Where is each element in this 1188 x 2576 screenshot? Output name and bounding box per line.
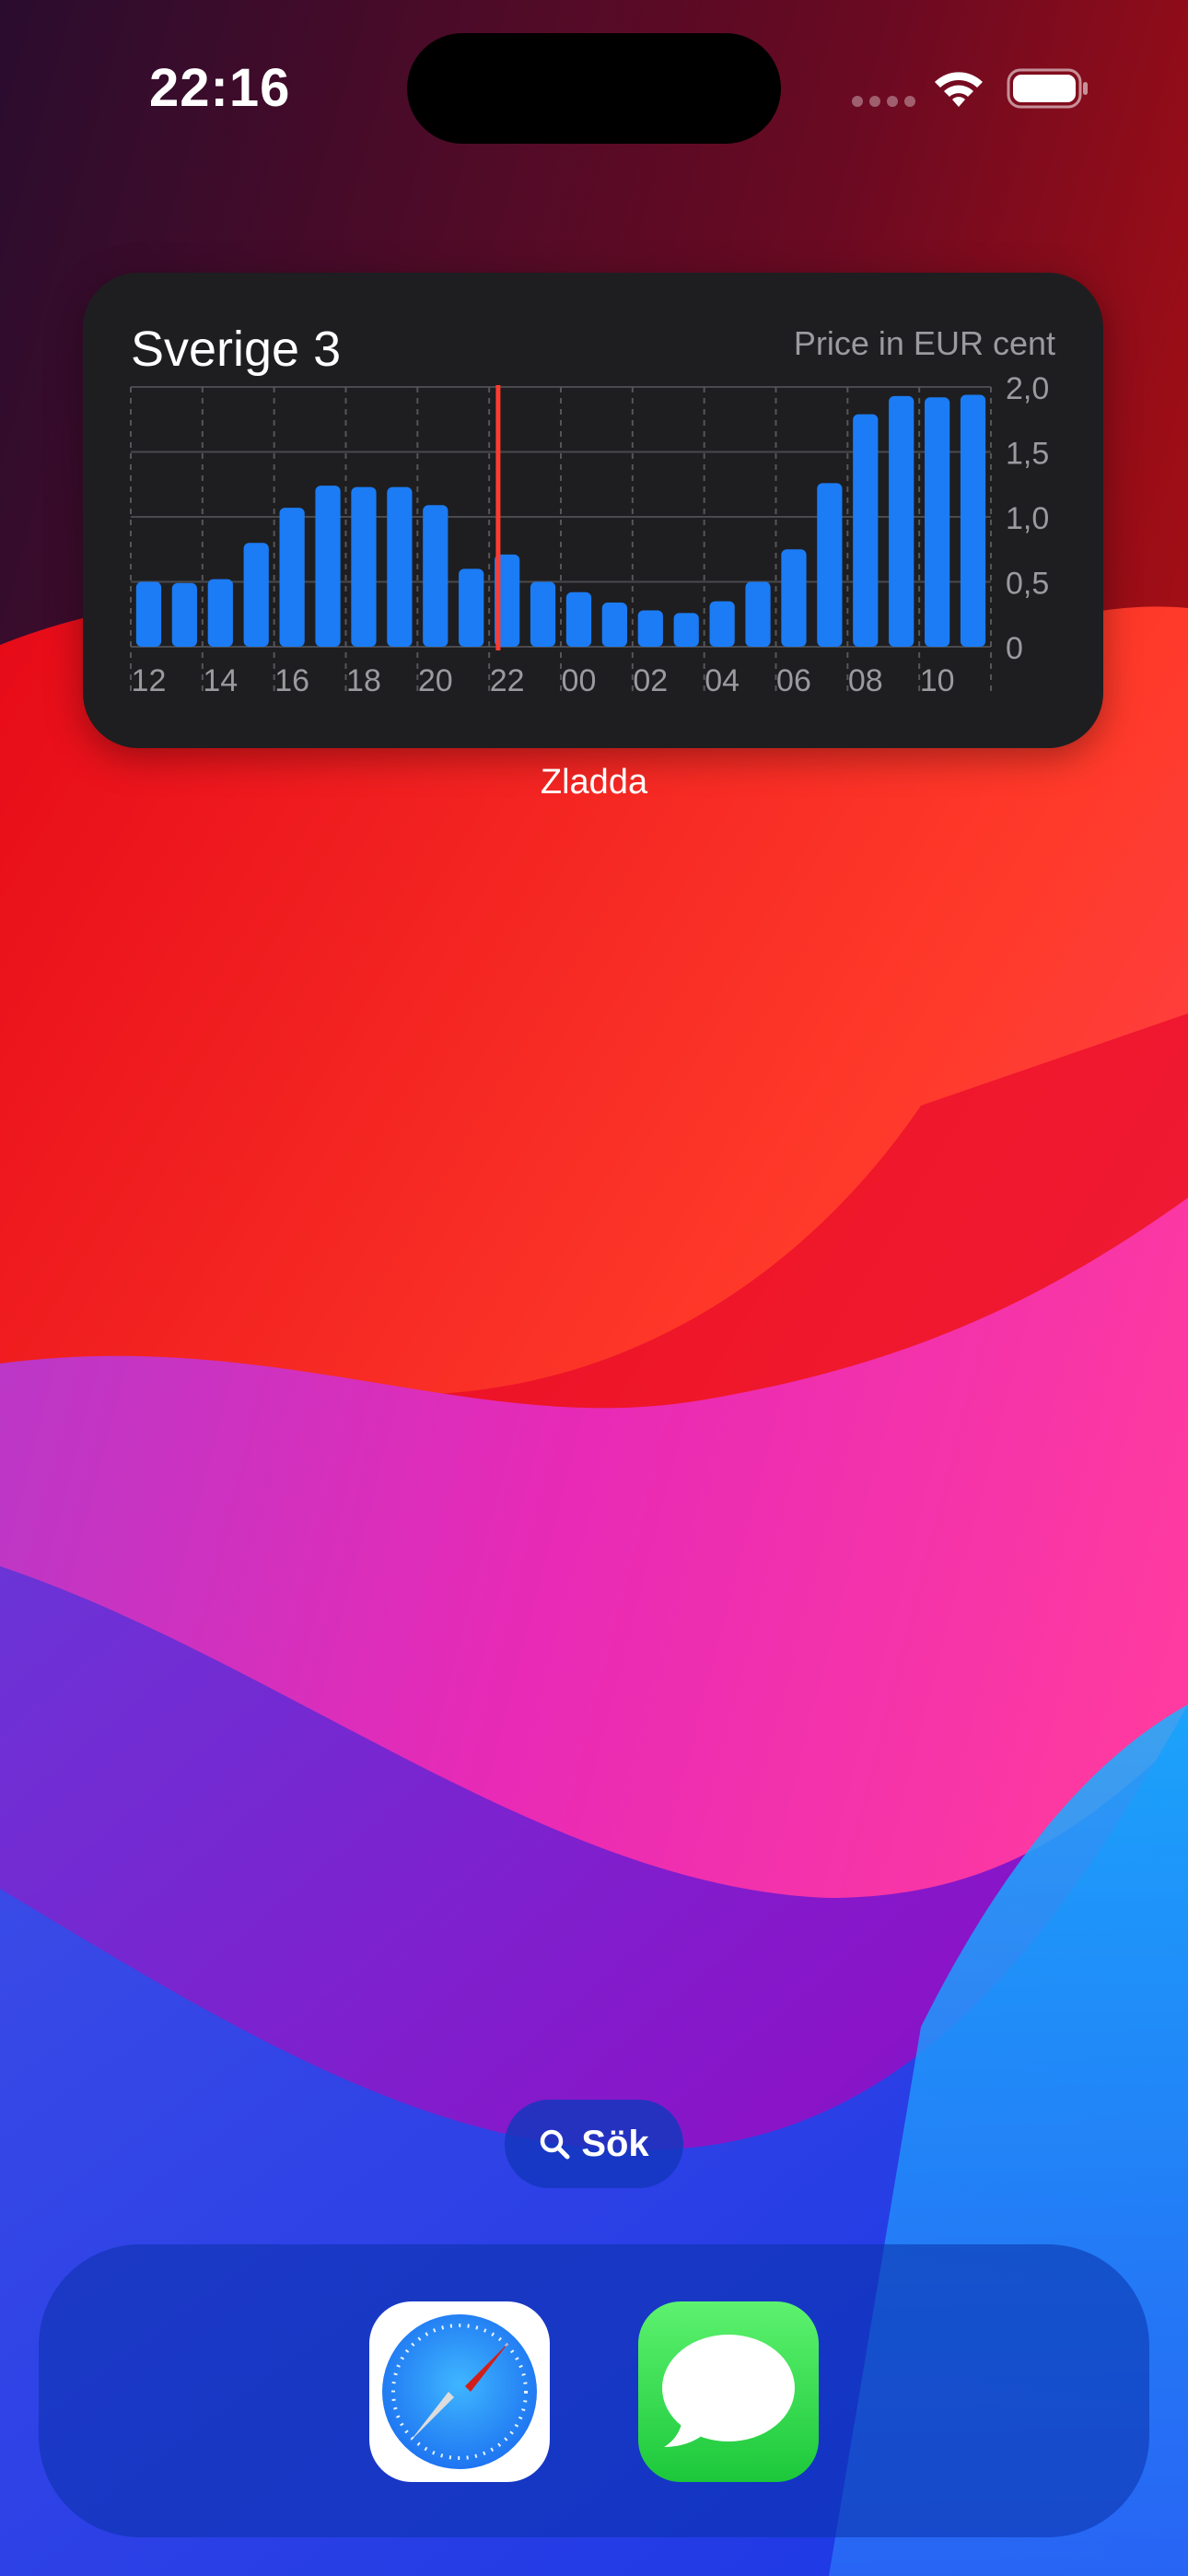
chart-bar: [351, 486, 377, 647]
chart-bar: [387, 486, 413, 647]
messages-icon: [662, 2335, 795, 2447]
chart-x-tick-label: 22: [490, 663, 525, 698]
chart-bar: [745, 581, 771, 647]
chart-x-tick-label: 02: [633, 663, 668, 698]
chart-bar: [925, 397, 950, 647]
chart-x-tick-label: 06: [776, 663, 811, 698]
chart-bar: [853, 414, 879, 647]
chart-y-tick-label: 0,5: [1006, 567, 1049, 602]
safari-icon: [382, 2314, 537, 2469]
chart-x-tick-label: 00: [562, 663, 597, 698]
widget-app-label: Zladda: [540, 763, 648, 802]
chart-bar: [889, 395, 914, 647]
chart-x-tick-label: 10: [920, 663, 955, 698]
chart-bar: [673, 613, 699, 647]
dock-app-messages[interactable]: [638, 2301, 819, 2482]
chart-x-tick-label: 12: [132, 663, 167, 698]
chart-bar: [423, 505, 448, 647]
price-widget[interactable]: 2,0 1,5 1,0 0,5 0 12 14 16 18 20 22 00 02 04 06 08 10 Sv…: [83, 273, 1103, 748]
chart-y-tick-label: 1,5: [1006, 437, 1049, 472]
chart-x-tick-label: 18: [346, 663, 381, 698]
chart-bar: [637, 610, 663, 647]
widget-title: Sverige 3: [131, 322, 342, 377]
chart-bar: [565, 591, 592, 647]
chart-bar: [530, 581, 556, 647]
chart-bar: [781, 549, 807, 647]
battery-icon: [1007, 68, 1088, 109]
chart-x-tick-label: 20: [418, 663, 453, 698]
chart-bar: [279, 508, 305, 647]
chart-x-tick-label: 16: [274, 663, 309, 698]
chart-x-tick-label: 14: [203, 663, 238, 698]
chart-y-tick-label: 0: [1006, 631, 1023, 666]
chart-x-tick-label: 04: [705, 663, 740, 698]
dynamic-island: [407, 33, 781, 144]
chart-x-tick-label: 08: [848, 663, 883, 698]
chart-bar: [171, 582, 197, 647]
chart-bar: [459, 568, 484, 647]
chart-bar: [243, 543, 269, 647]
chart-y-tick-label: 2,0: [1006, 371, 1049, 406]
chart-bar: [817, 483, 843, 647]
search-icon: [541, 2129, 570, 2160]
dock-app-safari[interactable]: [369, 2301, 550, 2482]
widget-unit-label: Price in EUR cent: [793, 324, 1055, 362]
chart-y-tick-label: 1,0: [1006, 501, 1049, 536]
chart-bar: [709, 601, 735, 647]
spotlight-search-button[interactable]: Sök: [505, 2100, 683, 2188]
wifi-icon: [935, 72, 983, 107]
chart-bar: [135, 581, 162, 647]
chart-bar: [960, 394, 986, 647]
cellular-signal-icon: [852, 96, 915, 107]
status-time: 22:16: [149, 58, 291, 118]
chart-bar: [601, 603, 627, 647]
search-label: Sök: [581, 2123, 649, 2164]
chart-bar: [315, 486, 341, 647]
dock: [39, 2244, 1149, 2537]
chart-bar: [207, 579, 233, 647]
